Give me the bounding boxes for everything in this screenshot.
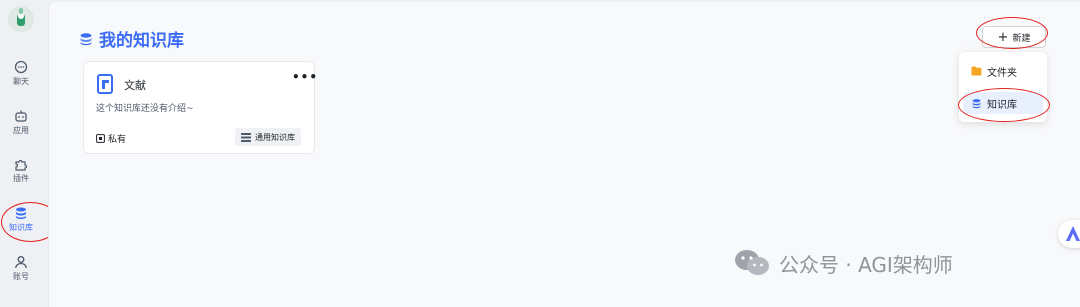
plus-icon: + — [997, 29, 1009, 45]
sidebar-item-knowledge-base[interactable]: 知识库 — [0, 206, 42, 233]
sidebar-item-account[interactable]: 账号 — [0, 255, 42, 282]
assistant-icon — [1066, 226, 1080, 241]
folder-icon — [971, 66, 982, 76]
puzzle-icon — [15, 159, 28, 171]
sidebar-item-plugins[interactable]: 插件 — [0, 157, 42, 184]
sidebar-item-label: 知识库 — [9, 223, 33, 232]
app-logo[interactable] — [8, 6, 34, 32]
page-title-text: 我的知识库 — [99, 31, 184, 51]
sidebar-item-label: 应用 — [13, 126, 29, 135]
privacy-label: 私有 — [96, 132, 126, 145]
card-description: 这个知识库还没有介绍~ — [96, 104, 194, 114]
database-icon — [972, 98, 981, 108]
new-button-label: 新建 — [1012, 33, 1031, 44]
page-title: 我的知识库 — [79, 26, 184, 51]
dropdown-item-label: 知识库 — [987, 99, 1017, 111]
sidebar-item-label: 账号 — [13, 272, 29, 281]
chat-icon — [14, 60, 28, 74]
new-dropdown-menu: 文件夹 知识库 — [959, 52, 1047, 122]
database-icon — [16, 207, 26, 219]
lock-icon — [96, 134, 105, 143]
more-options-icon[interactable]: ••• — [292, 70, 318, 84]
wechat-icon — [735, 250, 769, 275]
dropdown-item-folder[interactable]: 文件夹 — [963, 60, 1043, 82]
card-title: 文献 — [124, 79, 146, 92]
watermark: 公众号 · AGI架构师 — [733, 248, 953, 278]
floating-assistant-button[interactable] — [1058, 220, 1080, 248]
robot-icon — [15, 110, 27, 122]
knowledge-base-card[interactable]: 文献 ••• 这个知识库还没有介绍~ 私有 通用知识库 — [83, 61, 318, 154]
dropdown-item-knowledge-base[interactable]: 知识库 — [963, 92, 1043, 114]
document-icon — [97, 74, 113, 94]
user-icon — [15, 256, 27, 269]
new-button[interactable]: + 新建 — [982, 26, 1046, 48]
dropdown-item-label: 文件夹 — [987, 67, 1017, 79]
sidebar-item-chat[interactable]: 聊天 — [0, 60, 42, 87]
sidebar-item-apps[interactable]: 应用 — [0, 109, 42, 136]
list-icon — [241, 132, 251, 142]
sidebar-item-label: 聊天 — [13, 77, 29, 86]
sidebar-item-label: 插件 — [13, 174, 29, 183]
sidebar: 聊天 应用 插件 知识库 账号 — [0, 0, 44, 307]
database-icon — [80, 32, 92, 45]
knowledge-base-type-tag: 通用知识库 — [235, 128, 301, 146]
watermark-text: 公众号 · AGI架构师 — [779, 252, 953, 277]
